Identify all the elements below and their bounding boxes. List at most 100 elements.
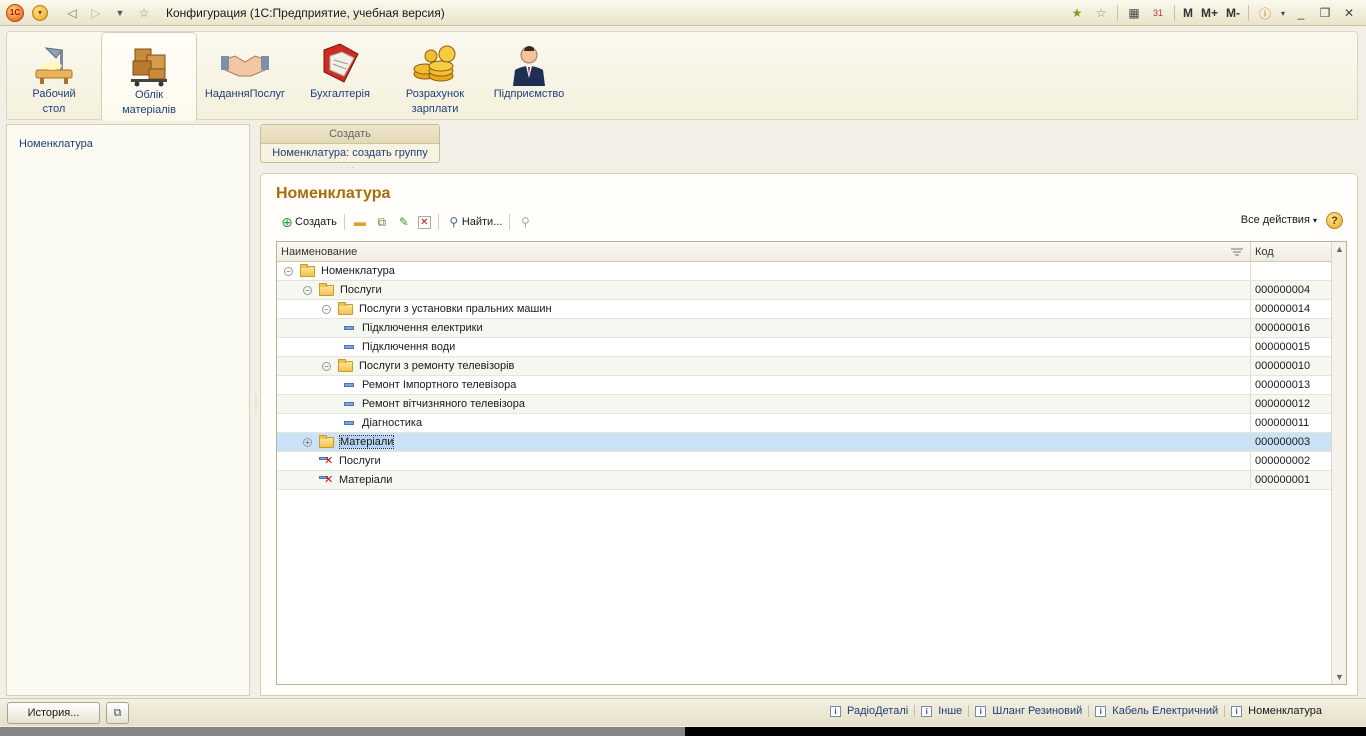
vertical-scrollbar[interactable]: ▲ ▼ bbox=[1331, 242, 1346, 684]
create-button[interactable]: ⊕ Создать bbox=[276, 212, 340, 232]
info-window-icon: i bbox=[975, 705, 987, 717]
create-group-link[interactable]: Номенклатура: создать группу bbox=[261, 144, 439, 163]
collapse-icon[interactable]: − bbox=[303, 285, 312, 295]
table-row[interactable]: − Номенклатура bbox=[277, 262, 1331, 281]
info-icon[interactable]: ⓘ bbox=[1254, 3, 1276, 23]
table-row[interactable]: Ремонт Імпортного телевізора 000000013 bbox=[277, 376, 1331, 395]
edit-button[interactable]: ✎ bbox=[393, 212, 415, 232]
cell-name[interactable]: Підключення електрики bbox=[277, 319, 1251, 337]
collapse-icon[interactable]: − bbox=[284, 266, 293, 276]
history-button[interactable]: История... bbox=[7, 702, 100, 724]
create-panel-grip[interactable]: ··· bbox=[340, 163, 357, 172]
cell-name[interactable]: − Послуги з ремонту телевізорів bbox=[277, 357, 1251, 375]
desk-lamp-icon bbox=[35, 47, 73, 84]
item-icon bbox=[344, 402, 354, 406]
cell-code[interactable]: 000000002 bbox=[1255, 452, 1310, 470]
open-windows-bar: i РадіоДеталі i Інше i Шланг Резиновий i Кабель… bbox=[824, 705, 1328, 717]
cell-code[interactable]: 000000016 bbox=[1255, 319, 1310, 337]
cell-code[interactable]: 000000014 bbox=[1255, 300, 1310, 318]
table-row[interactable]: − Послуги 000000004 bbox=[277, 281, 1331, 300]
column-header-code[interactable]: Код bbox=[1251, 242, 1331, 262]
all-actions-menu[interactable]: Все действия ▾ bbox=[1241, 214, 1317, 226]
table-row[interactable]: ✕ Послуги 000000002 bbox=[277, 452, 1331, 471]
section-materials[interactable]: Облік матеріалів bbox=[101, 32, 197, 121]
cell-code[interactable]: 000000015 bbox=[1255, 338, 1310, 356]
section-enterprise[interactable]: Підприємство bbox=[487, 32, 571, 121]
create-folder-button[interactable]: ▬ bbox=[349, 212, 371, 232]
cell-code[interactable]: 000000001 bbox=[1255, 471, 1310, 489]
scroll-down-icon[interactable]: ▼ bbox=[1335, 672, 1344, 682]
coins-icon bbox=[413, 45, 456, 82]
table-body: − Номенклатура − Послуги 000000004− Послуги з… bbox=[277, 262, 1331, 490]
open-window-tab[interactable]: i Номенклатура bbox=[1224, 705, 1328, 717]
copy-button[interactable]: ⧉ bbox=[371, 212, 393, 232]
collapse-icon[interactable]: − bbox=[322, 361, 331, 371]
table-row[interactable]: ✕ Матеріали 000000001 bbox=[277, 471, 1331, 490]
cell-code[interactable]: 000000013 bbox=[1255, 376, 1310, 394]
collapse-icon[interactable]: − bbox=[322, 304, 331, 314]
cancel-search-button[interactable]: ⚲ bbox=[514, 212, 536, 232]
nav-item-nomenclature[interactable]: Номенклатура bbox=[19, 138, 93, 150]
table-row[interactable]: − Послуги з установки пральних машин 00000… bbox=[277, 300, 1331, 319]
cell-name[interactable]: − Номенклатура bbox=[277, 262, 1251, 280]
column-header-name[interactable]: Наименование bbox=[277, 242, 1251, 262]
open-window-label: Кабель Електричний bbox=[1112, 705, 1219, 717]
close-icon[interactable]: ✕ bbox=[1338, 3, 1360, 23]
cell-code[interactable]: 000000011 bbox=[1255, 414, 1309, 432]
memory-m-minus-button[interactable]: M- bbox=[1223, 6, 1243, 20]
info-dropdown-icon[interactable]: ▾ bbox=[1278, 3, 1288, 23]
open-window-tab[interactable]: i Кабель Електричний bbox=[1088, 705, 1224, 717]
favorites-star-icon[interactable]: ☆ bbox=[134, 3, 154, 23]
cell-name[interactable]: Ремонт Імпортного телевізора bbox=[277, 376, 1251, 394]
help-icon[interactable]: ? bbox=[1326, 212, 1343, 229]
cell-name[interactable]: Діагностика bbox=[277, 414, 1251, 432]
cell-name[interactable]: − Послуги bbox=[277, 281, 1251, 299]
cell-code[interactable]: 000000003 bbox=[1255, 433, 1310, 451]
cell-name[interactable]: ✕ Матеріали bbox=[277, 471, 1251, 489]
cell-code[interactable]: 000000012 bbox=[1255, 395, 1310, 413]
memory-m-button[interactable]: M bbox=[1180, 6, 1196, 20]
section-desktop[interactable]: Рабочий стол bbox=[19, 32, 89, 121]
cell-name[interactable]: ✕ Послуги bbox=[277, 452, 1251, 470]
calculator-icon[interactable]: ▦ bbox=[1123, 3, 1145, 23]
open-window-tab[interactable]: i Шланг Резиновий bbox=[968, 705, 1088, 717]
windows-list-button[interactable]: ⧉ bbox=[106, 702, 129, 724]
delete-mark-button[interactable]: ✕ bbox=[415, 212, 434, 232]
filter-icon[interactable] bbox=[1231, 248, 1243, 256]
minimize-icon[interactable]: _ bbox=[1290, 3, 1312, 23]
open-window-tab[interactable]: i РадіоДеталі bbox=[824, 705, 914, 717]
app-logo-icon[interactable]: 1С bbox=[6, 3, 24, 22]
calendar-icon[interactable]: 31 bbox=[1147, 3, 1169, 23]
table-row[interactable]: − Послуги з ремонту телевізорів 000000010 bbox=[277, 357, 1331, 376]
section-accounting[interactable]: Бухгалтерія bbox=[299, 32, 381, 121]
find-button[interactable]: ⚲ Найти... bbox=[443, 212, 506, 232]
section-services[interactable]: НаданняПослуг bbox=[202, 32, 288, 121]
table-row[interactable]: Підключення електрики 000000016 bbox=[277, 319, 1331, 338]
panel-splitter[interactable]: ⋮ ⋮ bbox=[252, 395, 260, 425]
cell-name[interactable]: Підключення води bbox=[277, 338, 1251, 356]
expand-icon[interactable]: + bbox=[303, 437, 312, 447]
boxes-cart-icon bbox=[131, 48, 167, 87]
table-row[interactable]: Ремонт вітчизняного телевізора 000000012 bbox=[277, 395, 1331, 414]
favorites-list-icon[interactable]: ☆ bbox=[1090, 3, 1112, 23]
table-row[interactable]: Підключення води 000000015 bbox=[277, 338, 1331, 357]
back-arrow-icon[interactable]: ◁ bbox=[62, 3, 82, 23]
nomenclature-table[interactable]: Наименование Код − Номенклатура − Послуги 00… bbox=[276, 241, 1347, 685]
table-row[interactable]: Діагностика 000000011 bbox=[277, 414, 1331, 433]
cell-name[interactable]: − Послуги з установки пральних машин bbox=[277, 300, 1251, 318]
add-favorite-icon[interactable]: ★ bbox=[1066, 3, 1088, 23]
scroll-up-icon[interactable]: ▲ bbox=[1335, 244, 1344, 254]
cell-name[interactable]: Ремонт вітчизняного телевізора bbox=[277, 395, 1251, 413]
cell-name[interactable]: + Матеріали bbox=[277, 433, 1251, 451]
cell-code[interactable]: 000000010 bbox=[1255, 357, 1310, 375]
history-dropdown-icon[interactable]: ▼ bbox=[110, 3, 130, 23]
cell-code[interactable]: 000000004 bbox=[1255, 281, 1310, 299]
memory-m-plus-button[interactable]: M+ bbox=[1198, 6, 1221, 20]
table-row[interactable]: + Матеріали 000000003 bbox=[277, 433, 1331, 452]
restore-icon[interactable]: ❐ bbox=[1314, 3, 1336, 23]
open-window-tab[interactable]: i Інше bbox=[914, 705, 968, 717]
forward-arrow-icon[interactable]: ▷ bbox=[86, 3, 106, 23]
section-salary[interactable]: Розрахунок зарплати bbox=[395, 32, 475, 121]
section-label: Рабочий bbox=[32, 88, 76, 100]
main-menu-icon[interactable]: ▾ bbox=[32, 4, 48, 21]
